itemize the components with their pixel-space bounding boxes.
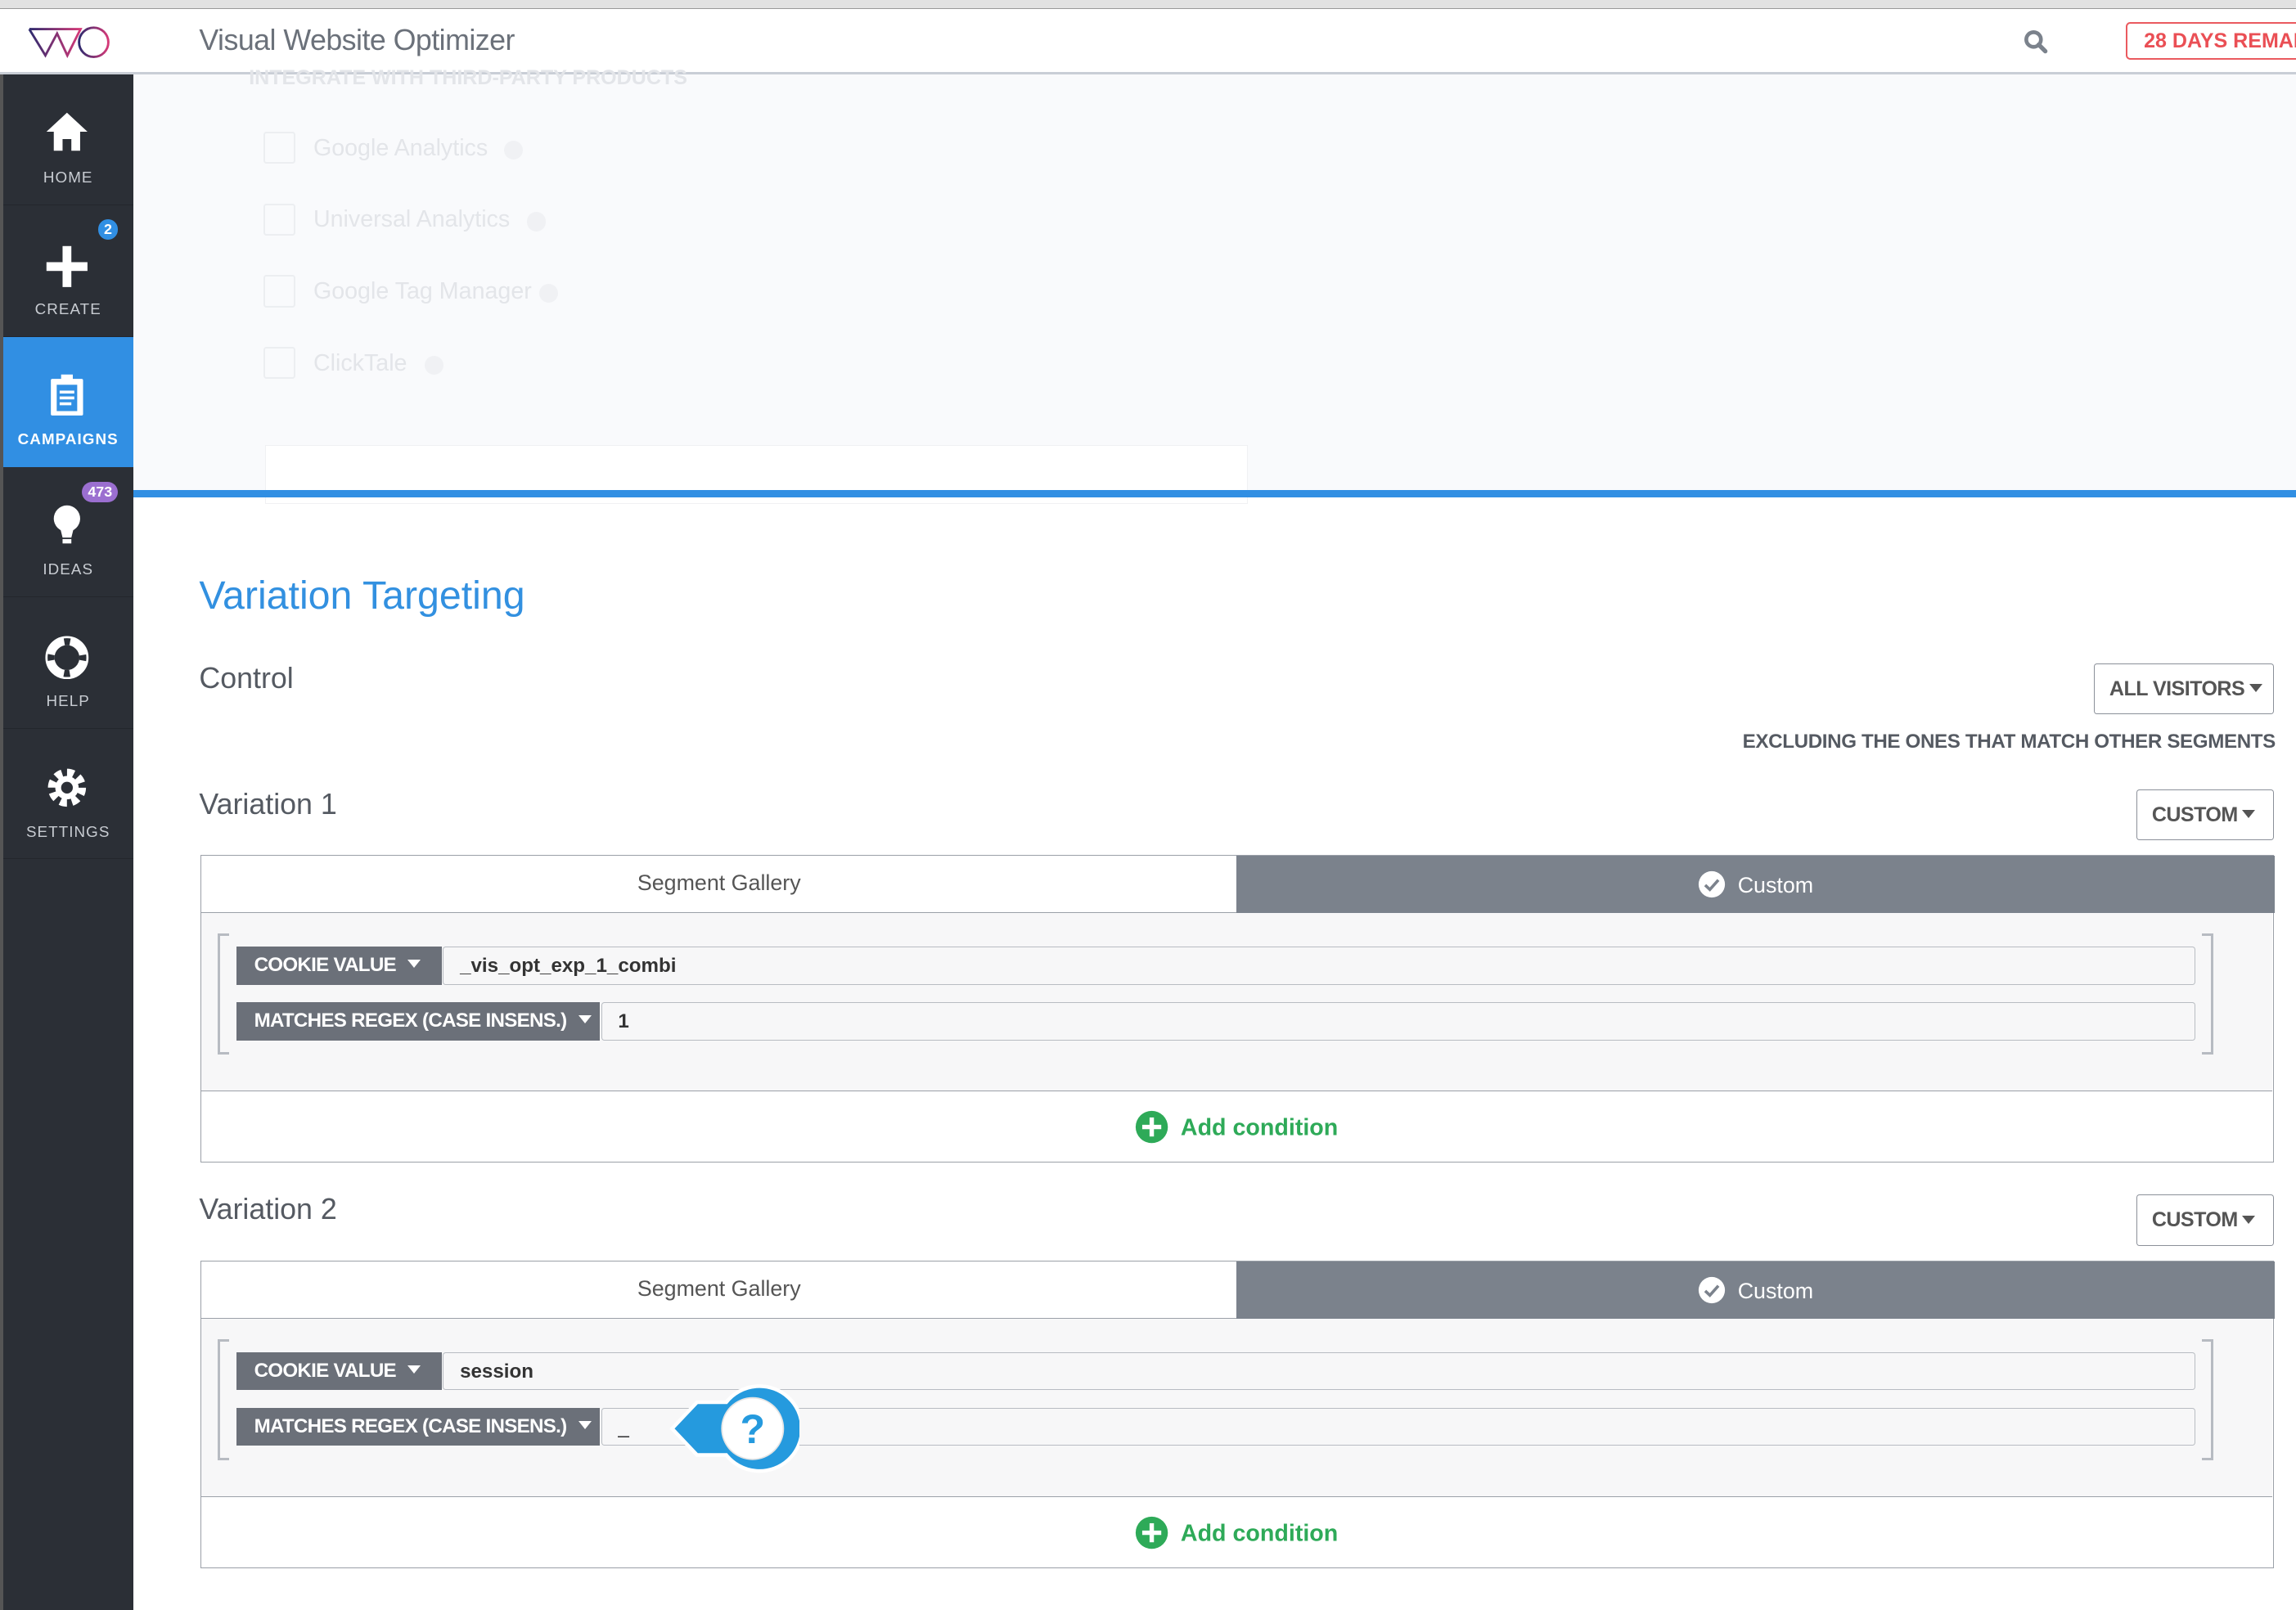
- condition-row: COOKIE VALUE _vis_opt_exp_1_combi: [236, 947, 2196, 985]
- conditions-area: COOKIE VALUE _vis_opt_exp_1_combi MATCHE…: [201, 912, 2272, 1092]
- app-title: Visual Website Optimizer: [199, 23, 515, 56]
- condition-value-input[interactable]: _vis_opt_exp_1_combi: [443, 947, 2196, 985]
- caret-down-icon: [407, 1365, 421, 1374]
- dropdown-label: CUSTOM: [2151, 803, 2238, 826]
- dropdown-label: CUSTOM: [2151, 1208, 2238, 1232]
- tab-custom[interactable]: Custom: [1236, 856, 2276, 913]
- sidebar: HOME 2 CREATE CAMPAIGNS 473 IDEAS HELP S…: [2, 74, 133, 1610]
- integration-label: ClickTale: [313, 349, 407, 376]
- trial-days-badge[interactable]: 28 DAYS REMAINING: [2126, 21, 2296, 61]
- help-icon: [538, 284, 558, 304]
- checkbox[interactable]: [263, 132, 296, 164]
- condition-type-dropdown[interactable]: COOKIE VALUE: [236, 1351, 442, 1391]
- lightbulb-icon: [54, 505, 81, 543]
- caret-down-icon: [2242, 810, 2256, 818]
- plus-circle-icon: [1136, 1517, 1168, 1549]
- integration-label: Google Analytics: [313, 134, 488, 161]
- sidebar-item-help[interactable]: HELP: [2, 599, 133, 730]
- variation-1-segment-panel: Segment Gallery Custom COOKIE VALUE _vis…: [200, 855, 2276, 1163]
- bracket-right: [2201, 1338, 2213, 1461]
- check-circle-icon: [1699, 870, 1726, 898]
- page-title: Variation Targeting: [199, 573, 525, 618]
- checkbox[interactable]: [263, 275, 296, 308]
- sidebar-item-label: IDEAS: [43, 560, 94, 578]
- control-note: EXCLUDING THE ONES THAT MATCH OTHER SEGM…: [1742, 730, 2276, 753]
- sidebar-item-home[interactable]: HOME: [2, 74, 133, 205]
- conditions-area: COOKIE VALUE session MATCHES REGEX (CASE…: [201, 1318, 2272, 1497]
- gear-icon: [48, 768, 87, 807]
- sidebar-item-label: HOME: [43, 168, 93, 186]
- variation-1-label: Variation 1: [199, 787, 337, 821]
- add-condition-label: Add condition: [1180, 1114, 1339, 1141]
- control-label: Control: [199, 661, 294, 695]
- condition-row: MATCHES REGEX (CASE INSENS.) 1: [236, 1002, 2196, 1041]
- add-condition-button[interactable]: Add condition: [201, 1497, 2271, 1566]
- check-circle-icon: [1699, 1276, 1726, 1303]
- bracket-right: [2201, 933, 2213, 1055]
- dropdown-label: ALL VISITORS: [2109, 677, 2245, 700]
- caret-down-icon: [578, 1015, 592, 1023]
- browser-strip: [0, 0, 2296, 9]
- help-icon: [424, 355, 444, 376]
- tab-custom[interactable]: Custom: [1236, 1261, 2276, 1319]
- condition-value-input[interactable]: 1: [601, 1002, 2196, 1041]
- caret-down-icon: [2249, 684, 2262, 692]
- home-icon: [47, 112, 88, 151]
- plus-icon: [47, 245, 88, 287]
- variation-2-segment-dropdown[interactable]: CUSTOM: [2136, 1194, 2275, 1246]
- condition-row: COOKIE VALUE session: [236, 1351, 2196, 1391]
- sidebar-item-settings[interactable]: SETTINGS: [2, 729, 133, 860]
- clipboard-icon: [51, 375, 83, 416]
- variation-1-segment-dropdown[interactable]: CUSTOM: [2136, 789, 2275, 841]
- ideas-count-badge: 473: [82, 481, 119, 502]
- condition-row: MATCHES REGEX (CASE INSENS.) _: [236, 1407, 2196, 1446]
- condition-operator-dropdown[interactable]: MATCHES REGEX (CASE INSENS.): [236, 1002, 600, 1041]
- sidebar-item-ideas[interactable]: 473 IDEAS: [2, 467, 133, 598]
- plus-circle-icon: [1136, 1111, 1168, 1144]
- sidebar-item-campaigns[interactable]: CAMPAIGNS: [2, 336, 133, 467]
- integrations-section-faded: INTEGRATE WITH THIRD-PARTY PRODUCTS Goog…: [133, 66, 2296, 504]
- condition-operator-dropdown[interactable]: MATCHES REGEX (CASE INSENS.): [236, 1407, 600, 1446]
- sidebar-item-create[interactable]: 2 CREATE: [2, 206, 133, 337]
- bracket-left: [217, 1338, 230, 1461]
- add-condition-label: Add condition: [1180, 1520, 1339, 1547]
- variation-2-label: Variation 2: [199, 1193, 337, 1226]
- lifebuoy-icon: [45, 636, 89, 679]
- vwo-logo[interactable]: [28, 26, 113, 59]
- tab-segment-gallery[interactable]: Segment Gallery: [201, 856, 1237, 913]
- caret-down-icon: [578, 1421, 592, 1429]
- integrations-heading: INTEGRATE WITH THIRD-PARTY PRODUCTS: [249, 65, 687, 89]
- create-count-badge: 2: [97, 219, 119, 241]
- caret-down-icon: [2242, 1215, 2256, 1224]
- condition-type-dropdown[interactable]: COOKIE VALUE: [236, 947, 442, 985]
- tab-label: Custom: [1737, 1278, 1814, 1303]
- integration-label: Universal Analytics: [313, 206, 511, 233]
- bracket-left: [217, 933, 230, 1055]
- sidebar-item-label: HELP: [46, 692, 90, 710]
- integration-label: Google Tag Manager: [313, 278, 532, 304]
- svg-text:?: ?: [740, 1406, 765, 1452]
- dropdown-label: MATCHES REGEX (CASE INSENS.): [254, 1009, 568, 1032]
- sidebar-item-label: SETTINGS: [25, 822, 110, 840]
- section-divider: [133, 490, 2296, 498]
- condition-value-input[interactable]: _: [601, 1407, 2196, 1446]
- sidebar-item-label: CAMPAIGNS: [17, 430, 119, 448]
- variation-2-segment-panel: Segment Gallery Custom COOKIE VALUE sess…: [200, 1260, 2276, 1568]
- dropdown-label: COOKIE VALUE: [254, 953, 397, 976]
- tab-label: Custom: [1737, 872, 1814, 897]
- control-segment-dropdown[interactable]: ALL VISITORS: [2094, 663, 2275, 715]
- help-icon: [527, 212, 547, 232]
- caret-down-icon: [407, 960, 421, 968]
- checkbox[interactable]: [263, 347, 296, 380]
- top-header: Visual Website Optimizer 28 DAYS REMAINI…: [0, 8, 2296, 75]
- search-icon[interactable]: [2022, 28, 2051, 57]
- sidebar-item-label: CREATE: [34, 299, 101, 317]
- tab-segment-gallery[interactable]: Segment Gallery: [201, 1261, 1237, 1319]
- dropdown-label: MATCHES REGEX (CASE INSENS.): [254, 1414, 568, 1437]
- help-icon: [503, 140, 523, 160]
- help-bubble-icon[interactable]: ?: [668, 1382, 800, 1476]
- checkbox[interactable]: [263, 203, 296, 236]
- dropdown-label: COOKIE VALUE: [254, 1359, 397, 1382]
- add-condition-button[interactable]: Add condition: [201, 1091, 2271, 1160]
